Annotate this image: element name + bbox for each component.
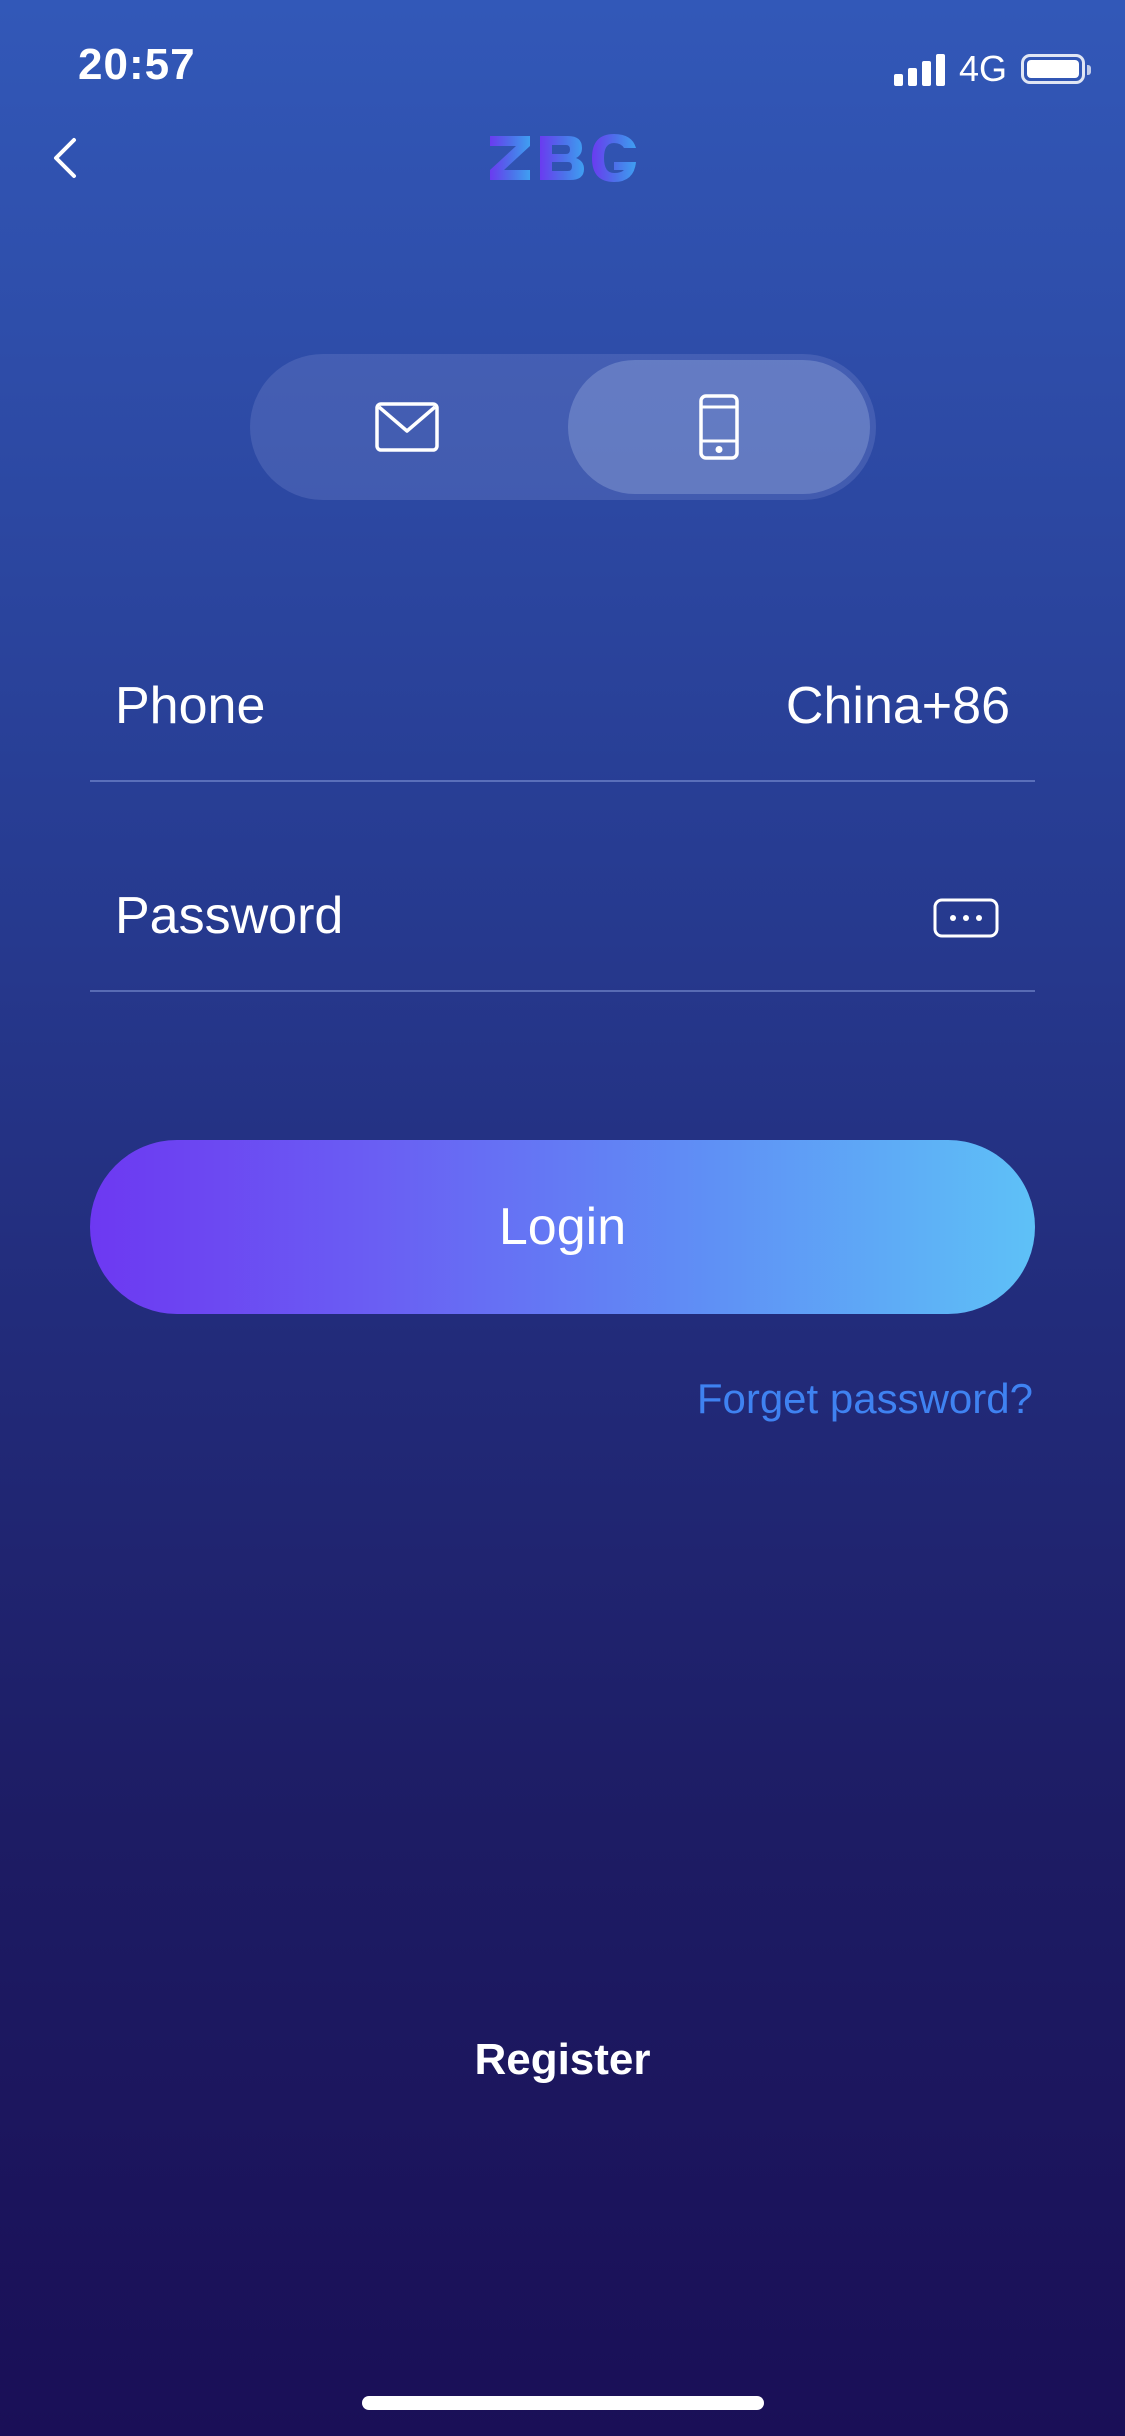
country-code-select[interactable]: China+86 xyxy=(786,676,1010,736)
login-button[interactable]: Login xyxy=(90,1140,1035,1314)
password-dots-icon xyxy=(933,898,999,938)
tab-email-login[interactable] xyxy=(256,360,558,494)
tab-phone-login[interactable] xyxy=(568,360,870,494)
phone-field[interactable]: Phone China+86 xyxy=(90,660,1035,782)
battery-icon xyxy=(1021,54,1091,84)
status-bar: 20:57 4G xyxy=(0,0,1125,130)
nav-bar xyxy=(0,120,1125,200)
zbg-logo xyxy=(490,134,636,182)
back-button[interactable] xyxy=(40,128,100,188)
mail-icon xyxy=(375,402,439,452)
login-mode-switch xyxy=(250,354,876,500)
chevron-left-icon xyxy=(54,138,76,178)
mobile-phone-icon xyxy=(699,394,739,460)
password-field[interactable]: Password xyxy=(90,870,1035,992)
password-visibility-toggle[interactable] xyxy=(933,898,999,938)
register-link[interactable]: Register xyxy=(0,2035,1125,2085)
status-indicators: 4G xyxy=(893,48,1091,90)
network-type: 4G xyxy=(958,48,1007,89)
forget-password-link[interactable]: Forget password? xyxy=(697,1375,1033,1423)
home-indicator[interactable] xyxy=(362,2396,764,2410)
phone-label: Phone xyxy=(115,677,266,735)
status-time: 20:57 xyxy=(78,40,196,89)
password-label: Password xyxy=(115,887,344,945)
signal-strength-icon xyxy=(893,52,945,86)
